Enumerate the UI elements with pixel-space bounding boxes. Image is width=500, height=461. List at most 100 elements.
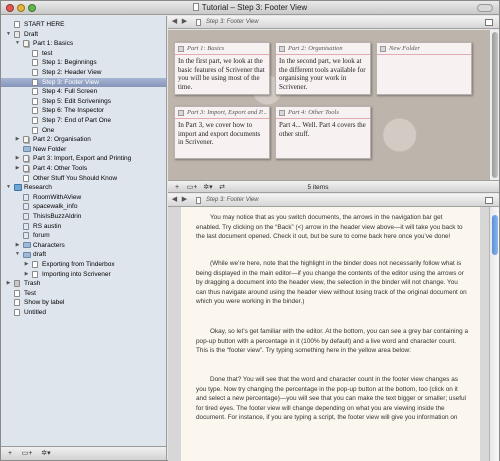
- folder-icon: [23, 251, 31, 258]
- binder-item[interactable]: ▶ Importing into Scrivener: [1, 270, 166, 279]
- binder-item[interactable]: Step 2: Header View: [1, 68, 166, 77]
- editor-paragraph[interactable]: Done that? You will see that the word an…: [196, 375, 468, 423]
- card-title[interactable]: Part 2: Organisation: [288, 45, 343, 52]
- editor-page[interactable]: You may notice that as you switch docume…: [181, 207, 480, 461]
- card-title[interactable]: Part 3: Import, Export and P...: [187, 109, 267, 116]
- corkboard-scrollbar[interactable]: [489, 30, 499, 180]
- add-card-button[interactable]: +: [172, 183, 182, 193]
- disclosure-collapsed-icon[interactable]: ▶: [14, 135, 21, 144]
- editor-paragraph[interactable]: Okay, so let’s get familiar with the edi…: [196, 327, 468, 356]
- disclosure-collapsed-icon[interactable]: ▶: [14, 154, 21, 163]
- forward-arrow-icon[interactable]: ▶: [180, 17, 189, 27]
- binder-item[interactable]: ▼ draft: [1, 250, 166, 259]
- index-card[interactable]: New Folder: [376, 42, 472, 95]
- binder-item[interactable]: ▼ Part 1: Basics: [1, 39, 166, 48]
- binder-item[interactable]: ▶ Trash: [1, 279, 166, 288]
- card-title[interactable]: New Folder: [389, 45, 420, 52]
- binder-item[interactable]: forum: [1, 231, 166, 240]
- card-title[interactable]: Part 1: Basics: [187, 45, 224, 52]
- corkboard: Part 1: Basics In the first part, we loo…: [168, 30, 499, 180]
- binder-item-label: test: [42, 49, 53, 57]
- binder-item[interactable]: RS austin: [1, 222, 166, 231]
- document-proxy-icon[interactable]: [192, 3, 199, 11]
- app-window: Tutorial – Step 3: Footer View START HER…: [0, 0, 500, 461]
- editor-paragraph[interactable]: You may notice that as you switch docume…: [196, 213, 468, 242]
- disclosure-collapsed-icon[interactable]: ▶: [14, 164, 21, 173]
- binder-item[interactable]: Test: [1, 289, 166, 298]
- add-folder-button[interactable]: ▭+: [20, 449, 34, 459]
- binder-item[interactable]: Untitled: [1, 308, 166, 317]
- binder-item[interactable]: ThisIsBuzzAldrin: [1, 212, 166, 221]
- swap-view-button[interactable]: ⇄: [216, 183, 228, 193]
- binder-item[interactable]: Step 7: End of Part One: [1, 116, 166, 125]
- binder-item-label: Part 1: Basics: [33, 40, 74, 48]
- disclosure-expanded-icon[interactable]: ▼: [5, 183, 12, 192]
- add-document-button[interactable]: +: [5, 449, 15, 459]
- binder-item[interactable]: RoomWithAView: [1, 193, 166, 202]
- binder-item[interactable]: One: [1, 126, 166, 135]
- disclosure-collapsed-icon[interactable]: ▶: [23, 260, 30, 269]
- doc-icon: [32, 59, 38, 67]
- editor-header-title[interactable]: Step 3: Footer View: [206, 194, 259, 207]
- binder-item[interactable]: spacewalk_info: [1, 202, 166, 211]
- binder-item[interactable]: ▶ Exporting from Tinderbox: [1, 260, 166, 269]
- binder-item[interactable]: test: [1, 49, 166, 58]
- binder-item-label: Importing into Scrivener: [42, 270, 111, 278]
- disclosure-collapsed-icon[interactable]: ▶: [23, 270, 30, 279]
- stack-icon: [23, 136, 29, 144]
- binder-item[interactable]: Step 5: Edit Scrivenings: [1, 97, 166, 106]
- disclosure-collapsed-icon[interactable]: ▶: [5, 279, 12, 288]
- index-card[interactable]: Part 4: Other Tools Part 4... Well. Part…: [275, 106, 371, 159]
- binder-item[interactable]: Step 1: Beginnings: [1, 58, 166, 67]
- binder-item[interactable]: ▼ Research: [1, 183, 166, 192]
- web-icon: [23, 193, 29, 201]
- binder-item[interactable]: New Folder: [1, 145, 166, 154]
- scrollbar-thumb[interactable]: [492, 32, 498, 178]
- binder-item-label: RoomWithAView: [33, 193, 82, 201]
- binder-item[interactable]: Step 3: Footer View: [1, 77, 166, 87]
- card-title[interactable]: Part 4: Other Tools: [288, 109, 339, 116]
- binder-item[interactable]: ▶ Part 2: Organisation: [1, 135, 166, 144]
- scrollbar-thumb[interactable]: [492, 215, 498, 255]
- binder-item[interactable]: ▶ Part 3: Import, Export and Printing: [1, 154, 166, 163]
- disclosure-expanded-icon[interactable]: ▼: [14, 39, 21, 48]
- disclosure-collapsed-icon[interactable]: ▶: [14, 241, 21, 250]
- disclosure-expanded-icon[interactable]: ▼: [14, 250, 21, 259]
- back-arrow-icon[interactable]: ◀: [170, 195, 179, 205]
- doc-icon: [14, 299, 20, 307]
- close-split-icon[interactable]: [485, 197, 493, 204]
- index-card[interactable]: Part 1: Basics In the first part, we loo…: [174, 42, 270, 95]
- binder-item[interactable]: ▶ Characters: [1, 241, 166, 250]
- index-card[interactable]: Part 2: Organisation In the second part,…: [275, 42, 371, 95]
- binder-action-menu[interactable]: ✲▾: [39, 449, 53, 459]
- card-synopsis[interactable]: In Part 3, we cover how to import and ex…: [175, 119, 269, 149]
- web-icon: [23, 213, 29, 220]
- toolbar-toggle-button[interactable]: [477, 4, 493, 12]
- doc-icon: [14, 21, 20, 28]
- corkboard-header-title[interactable]: Step 3: Footer View: [206, 16, 259, 29]
- disclosure-expanded-icon[interactable]: ▼: [5, 30, 12, 39]
- binder-item[interactable]: Step 4: Full Screen: [1, 87, 166, 96]
- binder-item-label: Part 2: Organisation: [33, 136, 91, 144]
- card-synopsis[interactable]: [377, 55, 471, 59]
- editor-paragraph[interactable]: (While we’re here, note that the highlig…: [196, 259, 468, 307]
- binder-item-label: RS austin: [33, 222, 62, 230]
- binder-item[interactable]: ▶ Part 4: Other Tools: [1, 164, 166, 173]
- index-card[interactable]: Part 3: Import, Export and P... In Part …: [174, 106, 270, 159]
- document-icon: [196, 19, 201, 26]
- card-synopsis[interactable]: Part 4... Well. Part 4 covers the other …: [276, 119, 370, 140]
- corkboard-action-menu[interactable]: ✲▾: [201, 183, 215, 193]
- binder-item-label: Part 4: Other Tools: [33, 165, 88, 172]
- binder-item[interactable]: Other Stuff You Should Know: [1, 174, 166, 183]
- add-folder-button[interactable]: ▭+: [185, 183, 199, 193]
- binder-item[interactable]: START HERE: [1, 20, 166, 29]
- back-arrow-icon[interactable]: ◀: [170, 17, 179, 27]
- binder-item[interactable]: ▼ Draft: [1, 30, 166, 39]
- split-view-icon[interactable]: [485, 19, 493, 26]
- binder-item[interactable]: Step 6: The Inspector: [1, 106, 166, 115]
- card-synopsis[interactable]: In the first part, we look at the basic …: [175, 55, 269, 93]
- editor-scrollbar[interactable]: [489, 207, 499, 461]
- binder-item[interactable]: Show by label: [1, 298, 166, 307]
- card-synopsis[interactable]: In the second part, we look at the diffe…: [276, 55, 370, 93]
- forward-arrow-icon[interactable]: ▶: [180, 195, 189, 205]
